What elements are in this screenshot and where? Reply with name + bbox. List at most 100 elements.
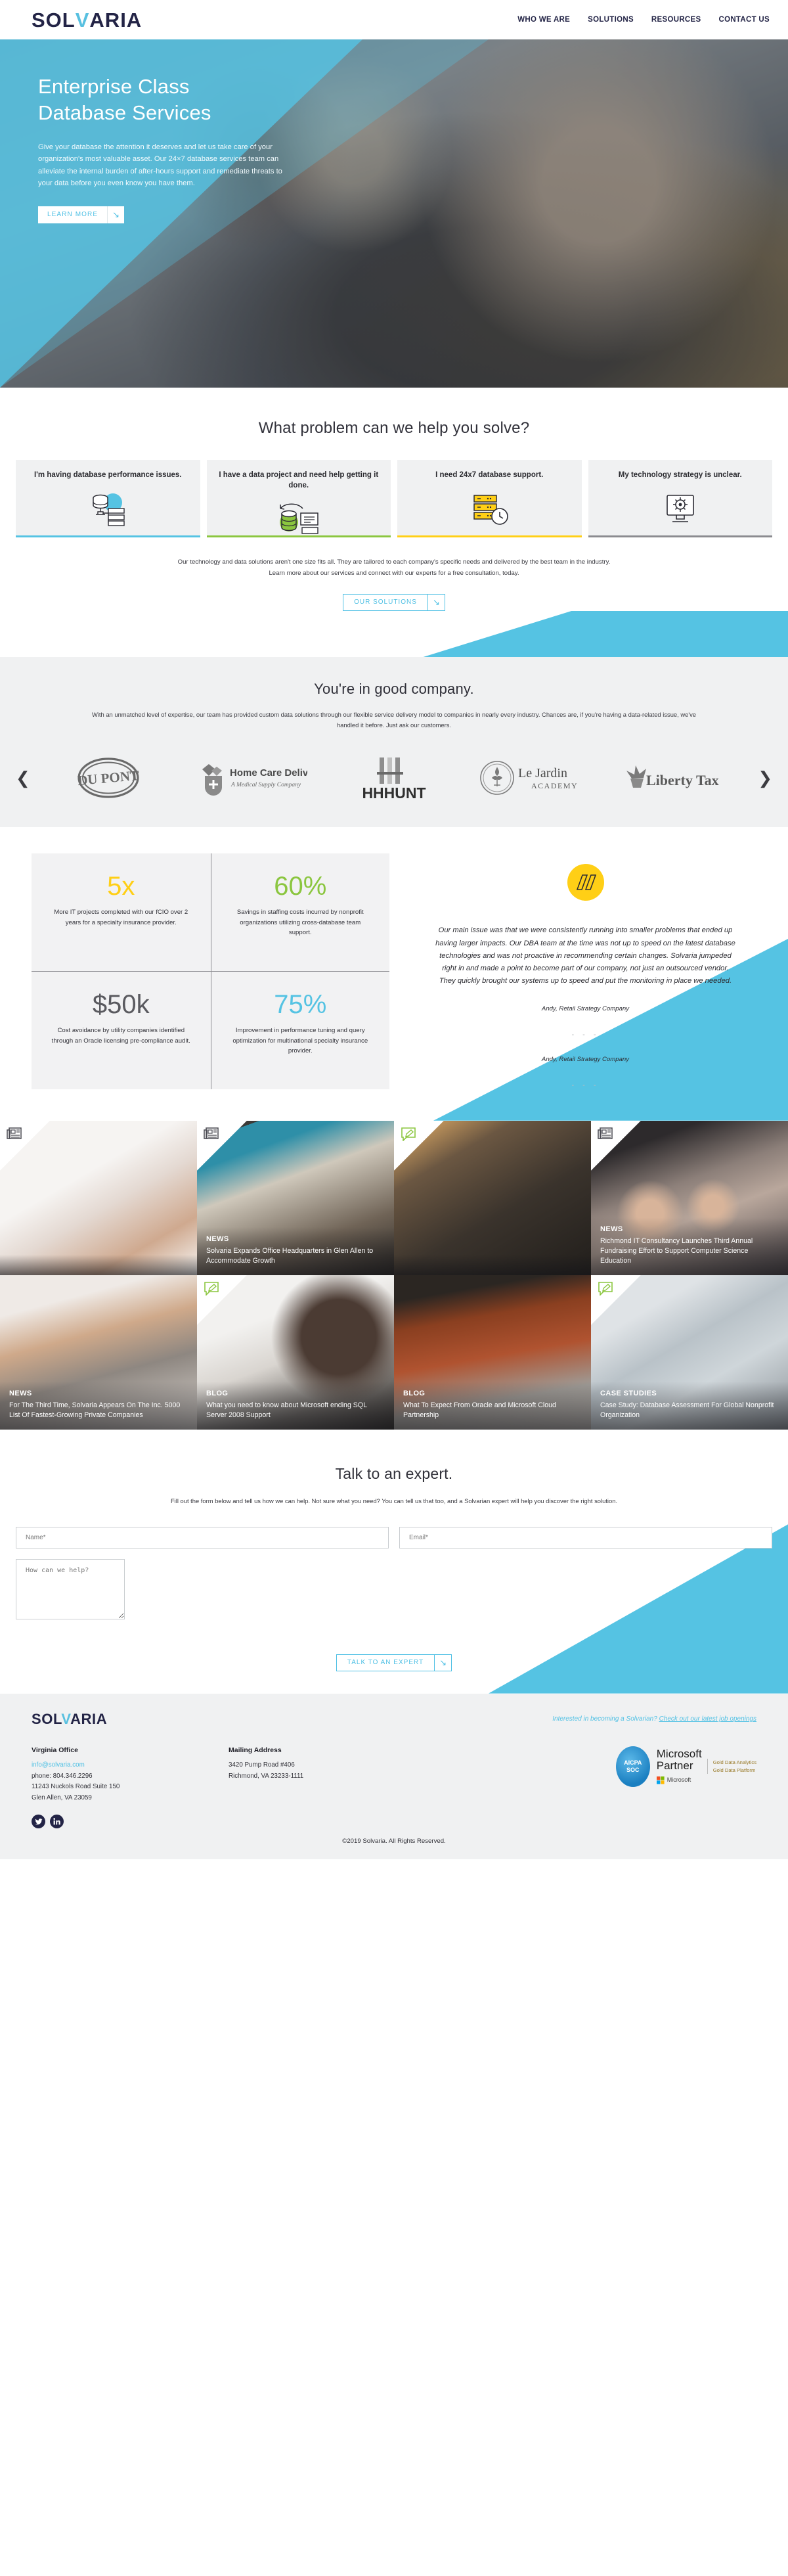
- testimonial-carousel-dots[interactable]: - - -: [435, 1081, 735, 1089]
- pencil-comment-icon: [598, 1281, 613, 1299]
- client-logo-liberty-tax: Liberty Tax: [611, 761, 747, 794]
- footer-columns: Virginia Office info@solvaria.com phone:…: [32, 1746, 756, 1829]
- microsoft-partner-badge: Microsoft Partner Microsoft Gold Data An…: [656, 1748, 756, 1784]
- email-link[interactable]: info@solvaria.com: [32, 1761, 85, 1769]
- hero-body: Give your database the attention it dese…: [38, 143, 282, 187]
- office-phone: phone: 804.346.2296: [32, 1772, 93, 1780]
- post-kicker: BLOG: [206, 1389, 229, 1397]
- post-kicker: BLOG: [403, 1389, 426, 1397]
- stat-text: Improvement in performance tuning and qu…: [232, 1027, 368, 1055]
- chevron-left-icon[interactable]: ❮: [12, 768, 34, 788]
- our-solutions-label: OUR SOLUTIONS: [354, 599, 417, 606]
- post-card-1[interactable]: [0, 1120, 197, 1275]
- problem-intro-text: Our technology and data solutions aren't…: [89, 557, 699, 579]
- post-title: For The Third Time, Solvaria Appears On …: [9, 1401, 181, 1419]
- client-logo-home-care-delivered: Home Care Delivered A Medical Supply Com…: [183, 757, 319, 798]
- mailing-line-2: Richmond, VA 23233-1111: [229, 1772, 304, 1780]
- post-meta: NEWS Solvaria Expands Office Headquarter…: [197, 1227, 394, 1275]
- client-logo-text: Home Care Delivered: [230, 767, 307, 779]
- problem-intro-line-1: Our technology and data solutions aren't…: [177, 558, 611, 566]
- database-clock-icon: [468, 490, 511, 527]
- nav-item-who-we-are[interactable]: WHO WE ARE: [517, 16, 570, 24]
- nav-item-contact-us[interactable]: CONTACT US: [718, 16, 770, 24]
- database-sync-icon: [276, 500, 322, 537]
- post-card-6[interactable]: BLOG What you need to know about Microso…: [197, 1275, 394, 1430]
- post-card-7[interactable]: BLOG What To Expect From Oracle and Micr…: [394, 1275, 591, 1430]
- stat-value: 60%: [274, 872, 327, 901]
- footer-logo[interactable]: SOLVARIA: [32, 1711, 107, 1728]
- good-company-heading: You're in good company.: [314, 680, 474, 697]
- footer-logo-part-1: SOL: [32, 1710, 62, 1727]
- post-title: Solvaria Expands Office Headquarters in …: [206, 1246, 374, 1265]
- stat-card-2: 60% Savings in staffing costs incurred b…: [210, 853, 390, 972]
- post-title: What you need to know about Microsoft en…: [206, 1401, 367, 1419]
- problem-card-data-project[interactable]: I have a data project and need help gett…: [206, 460, 391, 537]
- stat-text: Savings in staffing costs incurred by no…: [236, 909, 364, 937]
- post-grid: NEWS Solvaria Expands Office Headquarter…: [0, 1120, 788, 1430]
- stat-value: $50k: [92, 990, 150, 1020]
- social-links: [32, 1815, 229, 1829]
- database-server-icon: [87, 490, 129, 527]
- footer-col-badges: AICPA SOC Microsoft Partner Microsoft Go…: [426, 1746, 756, 1828]
- site-footer: SOLVARIA Interested in becoming a Solvar…: [0, 1693, 788, 1860]
- microsoft-wordmark: Microsoft: [667, 1776, 691, 1784]
- post-kicker: NEWS: [206, 1234, 229, 1243]
- stat-card-4: 75% Improvement in performance tuning an…: [210, 971, 389, 1089]
- linkedin-icon[interactable]: [50, 1815, 64, 1829]
- post-card-4[interactable]: NEWS Richmond IT Consultancy Launches Th…: [591, 1120, 788, 1275]
- email-input[interactable]: [399, 1526, 772, 1548]
- stat-value: 75%: [274, 990, 327, 1020]
- client-logo-carousel: ❮ DU PONT Home Care Delivered A Medical …: [0, 731, 788, 827]
- our-solutions-button[interactable]: OUR SOLUTIONS ↘: [343, 593, 445, 611]
- nav-item-resources[interactable]: RESOURCES: [651, 16, 701, 24]
- post-card-5[interactable]: NEWS For The Third Time, Solvaria Appear…: [0, 1275, 197, 1430]
- client-logo-dupont: DU PONT: [41, 756, 177, 800]
- contact-form: TALK TO AN EXPERT ↘: [0, 1507, 788, 1694]
- post-card-3[interactable]: [394, 1120, 591, 1275]
- hero-cta-label: LEARN MORE: [47, 211, 98, 219]
- post-meta: [0, 1254, 197, 1275]
- name-input[interactable]: [16, 1526, 389, 1548]
- chevron-right-icon[interactable]: ❯: [754, 768, 776, 788]
- post-title: Richmond IT Consultancy Launches Third A…: [600, 1236, 753, 1265]
- careers-link[interactable]: Check out our latest job openings: [659, 1715, 756, 1723]
- client-logo-text: Le Jardin: [518, 766, 567, 780]
- talk-to-an-expert-button[interactable]: TALK TO AN EXPERT ↘: [336, 1654, 452, 1671]
- post-image: [0, 1120, 197, 1275]
- arrow-down-right-icon: ↘: [427, 594, 445, 610]
- contact-submit-row: TALK TO AN EXPERT ↘: [16, 1623, 772, 1694]
- contact-inner: Talk to an expert. Fill out the form bel…: [0, 1465, 788, 1694]
- message-textarea[interactable]: [16, 1558, 125, 1619]
- footer-logo-part-v: V: [61, 1710, 71, 1727]
- stat-card-1: 5x More IT projects completed with our f…: [32, 853, 211, 971]
- post-kicker: NEWS: [600, 1225, 623, 1233]
- stat-card-3: $50k Cost avoidance by utility companies…: [32, 971, 211, 1089]
- post-meta: BLOG What you need to know about Microso…: [197, 1381, 394, 1430]
- testimonial-author-secondary: Andy, Retail Strategy Company: [541, 1055, 630, 1063]
- testimonial-block: Our main issue was that we were consiste…: [389, 853, 788, 1089]
- problem-card-title: I need 24x7 database support.: [435, 471, 544, 479]
- post-kicker: CASE STUDIES: [600, 1389, 657, 1397]
- problem-card-24x7-support[interactable]: I need 24x7 database support.: [397, 460, 582, 537]
- microsoft-squares-icon: [656, 1776, 665, 1784]
- client-logo-hhhunt: HHHUNT: [326, 755, 462, 801]
- microsoft-logo-row: Microsoft: [656, 1776, 702, 1784]
- footer-col-office: Virginia Office info@solvaria.com phone:…: [32, 1746, 229, 1829]
- nav-item-solutions[interactable]: SOLUTIONS: [588, 16, 634, 24]
- problem-card-strategy[interactable]: My technology strategy is unclear.: [588, 460, 772, 537]
- aicpa-soc-badge-icon: AICPA SOC: [615, 1746, 650, 1787]
- post-card-2[interactable]: NEWS Solvaria Expands Office Headquarter…: [197, 1120, 394, 1275]
- hero-title: Enterprise Class Database Services: [38, 74, 341, 125]
- site-logo[interactable]: SOL V ARIA: [32, 10, 142, 30]
- twitter-icon[interactable]: [32, 1815, 45, 1829]
- problem-heading: What problem can we help you solve?: [258, 419, 530, 437]
- newspaper-icon: [7, 1127, 22, 1144]
- hero-learn-more-button[interactable]: LEARN MORE ↘: [38, 206, 125, 223]
- client-logo-text: HHHUNT: [362, 784, 426, 801]
- logo-part-v: V: [75, 8, 90, 32]
- main-nav: WHO WE ARE SOLUTIONS RESOURCES CONTACT U…: [517, 16, 770, 24]
- pencil-comment-icon: [401, 1127, 416, 1144]
- post-card-8[interactable]: CASE STUDIES Case Study: Database Assess…: [591, 1275, 788, 1430]
- problem-card-performance[interactable]: I'm having database performance issues.: [16, 460, 200, 537]
- problem-card-title: I'm having database performance issues.: [33, 471, 182, 479]
